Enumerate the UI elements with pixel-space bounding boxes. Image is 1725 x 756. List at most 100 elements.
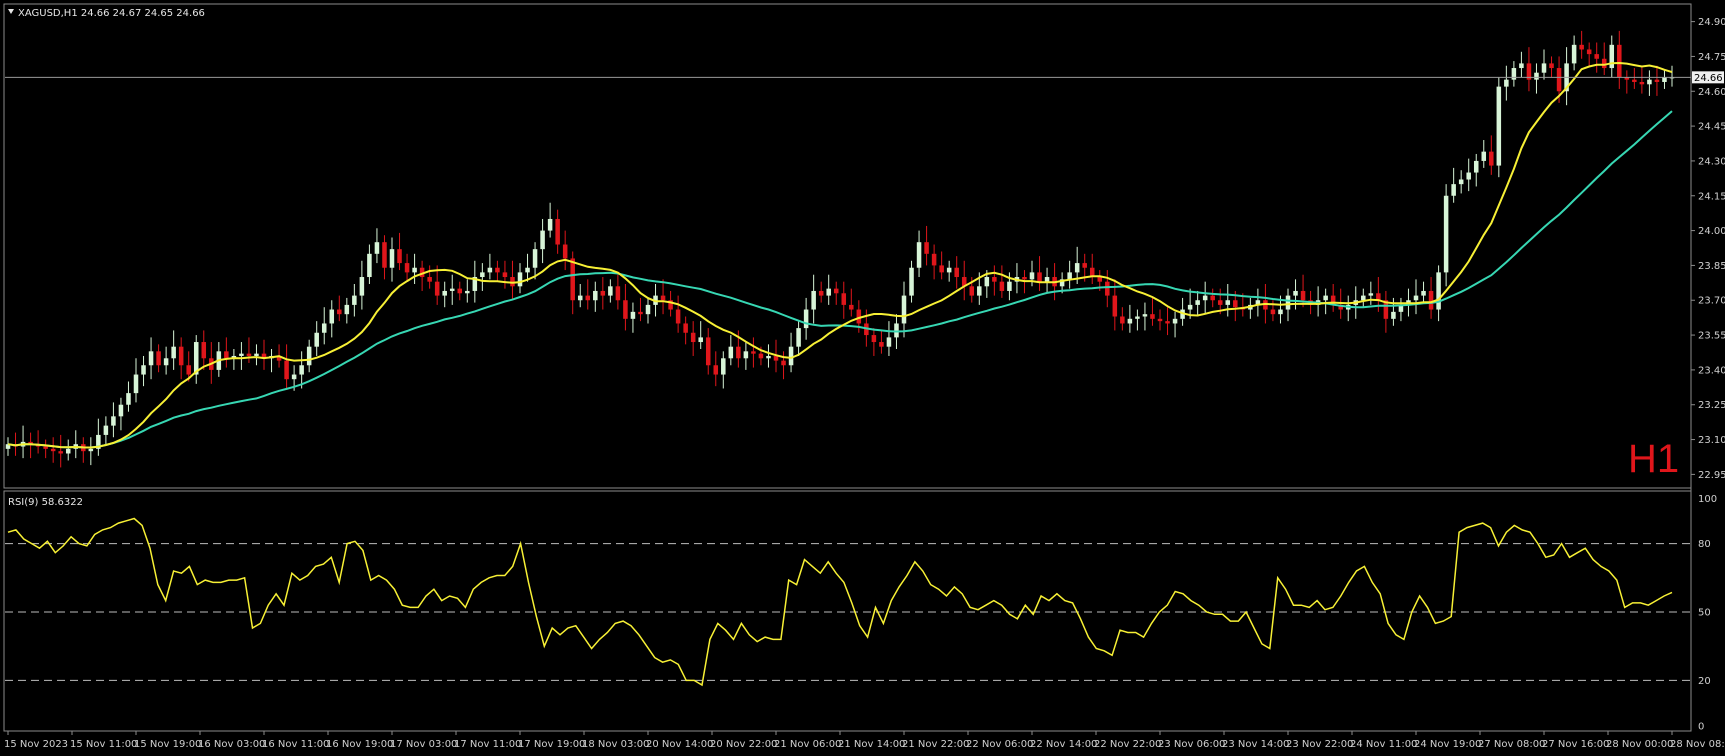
candle-body (992, 277, 997, 282)
candle-body (1504, 79, 1509, 87)
candle-body (404, 263, 410, 273)
candle-body (525, 267, 530, 273)
time-tick-label: 22 Nov 06:00 (966, 739, 1033, 750)
candle-body (1451, 184, 1456, 196)
candle-body (517, 272, 523, 287)
candle-body (1421, 290, 1426, 296)
candle-body (1142, 314, 1148, 317)
candle-body (148, 351, 154, 366)
time-tick-label: 16 Nov 03:00 (198, 739, 265, 750)
time-tick-label: 28 Nov 00:00 (1606, 739, 1673, 750)
candle-body (931, 253, 937, 266)
price-tick-label: 24.60 (1698, 87, 1725, 98)
candle-body (457, 288, 463, 294)
price-tick-label: 24.75 (1698, 52, 1725, 63)
candle-body (532, 249, 538, 268)
candle-body (570, 258, 575, 301)
candle-body (1549, 63, 1554, 69)
candle-body (1436, 272, 1441, 310)
candle-body (743, 351, 749, 359)
candle-body (773, 355, 779, 361)
time-tick-label: 16 Nov 19:00 (326, 739, 393, 750)
candle-body (1361, 295, 1366, 301)
candle-body (239, 353, 244, 356)
candle-body (1586, 49, 1592, 55)
time-tick-label: 23 Nov 22:00 (1286, 739, 1353, 750)
time-tick-label: 28 Nov 08:00 (1670, 739, 1725, 750)
candle-body (141, 365, 146, 375)
price-tick-label: 24.30 (1698, 156, 1725, 167)
candle-body (781, 360, 786, 366)
candle-body (871, 335, 877, 343)
candle-body (397, 249, 402, 264)
price-tick-label: 23.55 (1698, 331, 1725, 342)
candle-body (299, 365, 304, 375)
time-tick-label: 24 Nov 19:00 (1414, 739, 1481, 750)
current-price-tag: 24.66 (1694, 73, 1723, 84)
candle-body (540, 230, 545, 250)
candle-body (1481, 151, 1487, 161)
candle-body (1217, 300, 1223, 305)
price-tick-label: 24.15 (1698, 191, 1725, 202)
rsi-tick-label: 100 (1698, 494, 1717, 505)
candle-body (389, 249, 395, 268)
candle-body (600, 290, 606, 296)
candle-body (901, 295, 907, 324)
candle-body (562, 244, 568, 259)
candle-body (977, 286, 982, 296)
candle-body (50, 448, 56, 452)
candle-body (728, 346, 734, 359)
candle-body (382, 242, 387, 268)
candle-body (43, 446, 48, 449)
price-tick-label: 24.90 (1698, 17, 1725, 28)
candle-body (1489, 151, 1494, 166)
candle-body (1120, 316, 1125, 324)
candle-body (1293, 290, 1298, 296)
time-tick-label: 24 Nov 11:00 (1350, 739, 1417, 750)
candle-body (1323, 295, 1328, 301)
candle-body (1225, 300, 1231, 305)
candle-body (1029, 272, 1035, 280)
candle-body (1270, 309, 1276, 315)
time-tick-label: 27 Nov 08:00 (1478, 739, 1545, 750)
candle-body (1654, 79, 1660, 82)
timeframe-badge: H1 (1628, 437, 1679, 481)
candle-body (367, 253, 372, 278)
candle-body (224, 351, 229, 359)
candle-body (833, 288, 839, 294)
candle-body (1601, 58, 1607, 69)
candle-body (337, 309, 342, 315)
candle-body (1617, 44, 1622, 78)
chart-canvas[interactable]: XAGUSD,H1 24.66 24.67 24.65 24.66 RSI(9)… (0, 0, 1725, 756)
candle-body (1639, 81, 1645, 85)
price-tick-label: 23.10 (1698, 435, 1725, 446)
candle-body (939, 265, 944, 273)
candle-body (924, 242, 929, 254)
candle-body (1037, 272, 1042, 282)
price-tick-label: 22.95 (1698, 470, 1725, 481)
candle-body (1187, 304, 1193, 310)
price-tick-label: 24.45 (1698, 122, 1725, 133)
candle-body (1165, 321, 1170, 324)
candle-body (849, 304, 854, 310)
candle-body (1067, 272, 1072, 280)
candle-body (65, 448, 71, 454)
candle-body (1632, 79, 1637, 82)
price-tick-label: 23.40 (1698, 365, 1725, 376)
time-tick-label: 17 Nov 19:00 (518, 739, 585, 750)
candle-body (1233, 300, 1238, 308)
candle-body (352, 295, 357, 305)
candle-body (969, 286, 975, 296)
candle-body (1662, 77, 1667, 82)
candle-body (856, 309, 862, 324)
candle-body (1534, 72, 1539, 80)
candle-body (1105, 281, 1110, 296)
candle-body (434, 281, 440, 296)
candle-body (630, 311, 636, 319)
time-tick-label: 20 Nov 22:00 (710, 739, 777, 750)
candle-body (909, 267, 914, 296)
candle-body (88, 448, 94, 452)
candle-body (803, 309, 809, 329)
candle-body (585, 295, 591, 301)
candle-body (946, 267, 952, 273)
